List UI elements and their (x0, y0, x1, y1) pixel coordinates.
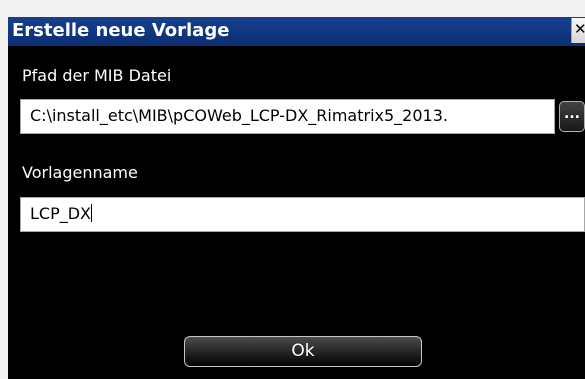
template-name-value: LCP_DX (30, 204, 92, 223)
mib-path-input[interactable]: C:\install_etc\MIB\pCOWeb_LCP-DX_Rimatri… (20, 99, 555, 134)
mib-path-value: C:\install_etc\MIB\pCOWeb_LCP-DX_Rimatri… (30, 106, 448, 125)
dialog-titlebar: Erstelle neue Vorlage ✕ (8, 17, 585, 46)
browse-mib-file-button[interactable]: ... (559, 101, 585, 132)
close-icon: ✕ (574, 21, 585, 38)
create-template-dialog: Erstelle neue Vorlage ✕ Pfad der MIB Dat… (8, 17, 585, 379)
dialog-title: Erstelle neue Vorlage (12, 20, 230, 41)
close-button[interactable]: ✕ (571, 18, 585, 43)
mib-path-label: Pfad der MIB Datei (22, 66, 172, 85)
ok-button[interactable]: Ok (184, 336, 422, 367)
template-name-label: Vorlagenname (22, 163, 138, 182)
text-cursor (91, 204, 93, 222)
template-name-input[interactable]: LCP_DX (20, 197, 585, 232)
screen: Erstelle neue Vorlage ✕ Pfad der MIB Dat… (0, 0, 585, 379)
